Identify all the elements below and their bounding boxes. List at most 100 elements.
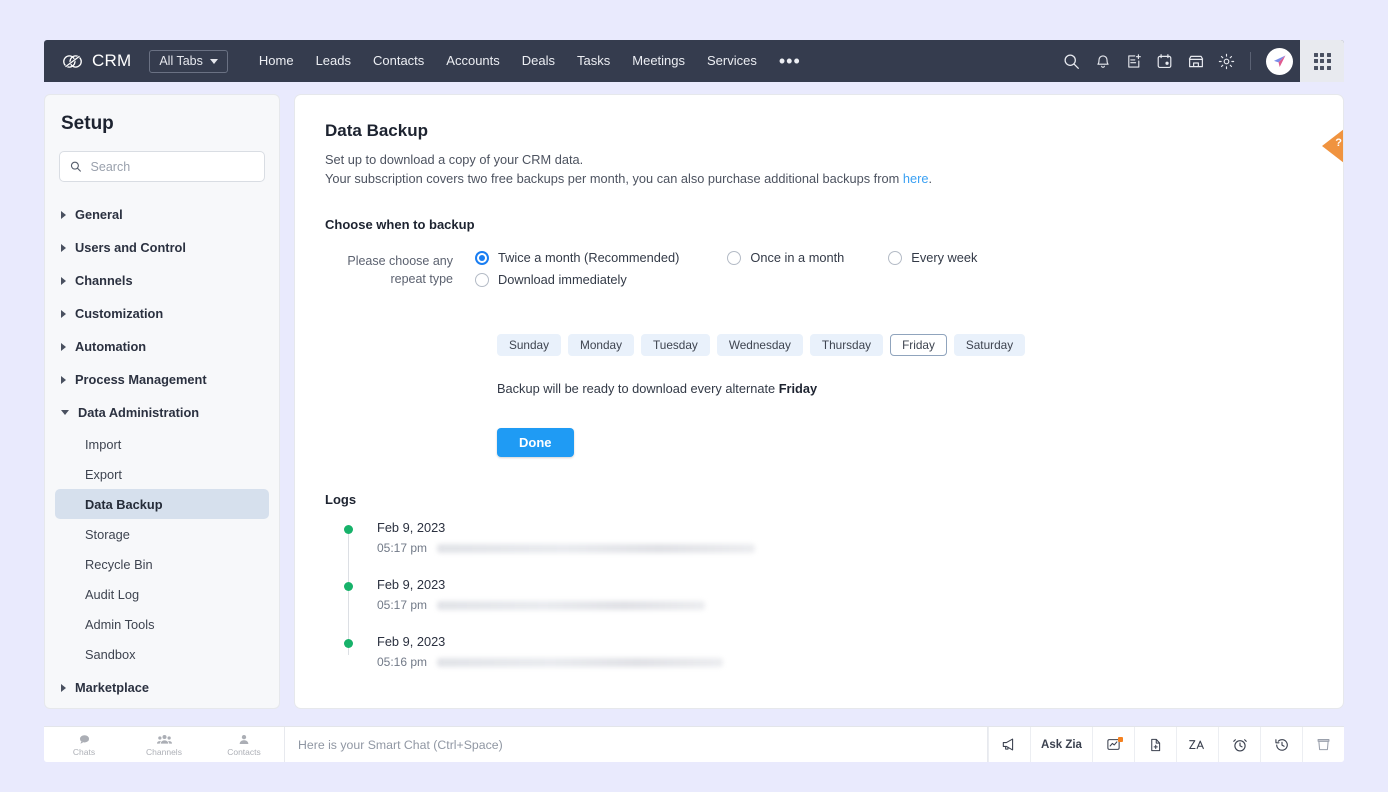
smart-chat-input[interactable]: Here is your Smart Chat (Ctrl+Space) (285, 727, 988, 762)
sidebar-group-label: Automation (75, 339, 147, 354)
sidebar-group-customization[interactable]: Customization (45, 297, 279, 330)
radio-download-immediately[interactable]: Download immediately (475, 272, 627, 287)
sidebar-item-export[interactable]: Export (55, 459, 269, 489)
nav-item-leads[interactable]: Leads (305, 40, 362, 82)
log-time: 05:17 pm (377, 598, 428, 612)
logs-heading: Logs (325, 492, 357, 507)
sidebar-item-recycle-bin[interactable]: Recycle Bin (55, 549, 269, 579)
nav-item-home[interactable]: Home (248, 40, 305, 82)
ready-note-day: Friday (778, 381, 818, 396)
top-navigation-bar: CRM All Tabs Home Leads Contacts Account… (44, 40, 1344, 82)
app-body: Setup General Users and Control Ch (44, 82, 1344, 715)
page-description-line2: Your subscription covers two free backup… (325, 169, 1313, 188)
log-status-dot-icon (343, 525, 353, 534)
nav-item-meetings[interactable]: Meetings (621, 40, 696, 82)
sidebar-group-label: General (75, 207, 123, 222)
log-time: 05:17 pm (377, 541, 428, 555)
radio-label: Once in a month (750, 250, 845, 265)
repeat-type-options: Twice a month (Recommended) Once in a mo… (475, 250, 1313, 294)
radio-twice-a-month[interactable]: Twice a month (Recommended) (475, 250, 679, 265)
nav-more-button[interactable]: ••• (768, 46, 812, 76)
sidebar-search-wrap (45, 151, 279, 182)
ask-zia-button[interactable]: Ask Zia (1030, 727, 1092, 762)
zia-translate-icon[interactable] (1176, 727, 1218, 762)
day-chip-thursday[interactable]: Thursday (809, 334, 884, 356)
brand-logo-area[interactable]: CRM (62, 51, 131, 72)
chevron-right-icon (61, 375, 66, 384)
sidebar-group-label: Process Management (75, 372, 207, 387)
log-status-dot-icon (343, 582, 353, 591)
sidebar-group-general[interactable]: General (45, 198, 279, 231)
nav-item-services[interactable]: Services (696, 40, 768, 82)
sidebar-title: Setup (61, 113, 114, 134)
search-box[interactable] (59, 151, 265, 182)
nav-item-accounts[interactable]: Accounts (435, 40, 510, 82)
purchase-backups-link[interactable]: here (903, 171, 929, 186)
tag-icon[interactable] (1134, 727, 1176, 762)
repeat-type-label: Please choose any repeat type (325, 250, 475, 288)
radio-indicator (475, 250, 489, 265)
bottom-tab-label: Channels (146, 746, 182, 757)
sidebar-item-admin-tools[interactable]: Admin Tools (55, 609, 269, 639)
sidebar-group-marketplace[interactable]: Marketplace (45, 671, 279, 704)
log-message-redacted (437, 543, 756, 553)
sidebar-group-automation[interactable]: Automation (45, 330, 279, 363)
sidebar-group-users-and-control[interactable]: Users and Control (45, 231, 279, 264)
all-tabs-dropdown[interactable]: All Tabs (149, 49, 228, 73)
log-detail-row: 05:17 pm (377, 598, 1313, 612)
sidebar-group-data-administration[interactable]: Data Administration (45, 396, 279, 429)
sidebar-group-label: Marketplace (75, 680, 149, 695)
bottom-bar-actions: Ask Zia (988, 727, 1344, 762)
day-chip-tuesday[interactable]: Tuesday (641, 334, 710, 356)
search-input[interactable] (90, 159, 254, 174)
brand-name: CRM (92, 51, 132, 70)
help-question-mark-icon: ? (1335, 137, 1342, 149)
radio-every-week[interactable]: Every week (888, 250, 977, 265)
trash-icon[interactable] (1302, 727, 1344, 762)
radio-label: Twice a month (Recommended) (498, 250, 680, 265)
nav-item-contacts[interactable]: Contacts (362, 40, 435, 82)
marketplace-icon[interactable] (1180, 40, 1211, 82)
log-time: 05:16 pm (377, 655, 428, 669)
recent-history-icon[interactable] (1260, 727, 1302, 762)
radio-once-in-a-month[interactable]: Once in a month (727, 250, 844, 265)
sidebar-group-channels[interactable]: Channels (45, 264, 279, 297)
ready-note-text: Backup will be ready to download every a… (497, 381, 779, 396)
bottom-tab-channels[interactable]: Channels (124, 727, 204, 762)
bottom-tab-contacts[interactable]: Contacts (204, 727, 284, 762)
note-add-icon[interactable] (1118, 40, 1149, 82)
nav-item-deals[interactable]: Deals (511, 40, 566, 82)
done-button[interactable]: Done (497, 428, 574, 457)
sidebar-group-label: Data Administration (78, 405, 200, 420)
bell-icon[interactable] (1087, 40, 1118, 82)
sidebar-item-import[interactable]: Import (55, 429, 269, 459)
analytics-icon[interactable] (1092, 727, 1134, 762)
log-entry: Feb 9, 2023 05:16 pm (343, 634, 1313, 669)
day-chip-saturday[interactable]: Saturday (953, 334, 1026, 356)
logs-timeline: Feb 9, 2023 05:17 pm Feb 9, 2023 05:17 p… (325, 520, 1313, 669)
bottom-tab-label: Chats (72, 746, 96, 757)
gear-icon[interactable] (1211, 40, 1242, 82)
avatar[interactable] (1266, 47, 1293, 75)
day-chip-sunday[interactable]: Sunday (497, 334, 562, 356)
sidebar-item-data-backup[interactable]: Data Backup (55, 489, 269, 519)
sidebar-item-audit-log[interactable]: Audit Log (55, 579, 269, 609)
bottom-tab-chats[interactable]: Chats (44, 727, 124, 762)
announcement-icon[interactable] (988, 727, 1030, 762)
day-chip-friday[interactable]: Friday (890, 334, 947, 356)
nav-item-tasks[interactable]: Tasks (566, 40, 621, 82)
chevron-right-icon (61, 309, 66, 318)
search-icon[interactable] (1056, 40, 1087, 82)
repeat-type-label-line2: repeat type (390, 272, 453, 286)
radio-indicator (727, 250, 742, 265)
sidebar-item-storage[interactable]: Storage (55, 519, 269, 549)
reminder-icon[interactable] (1218, 727, 1260, 762)
sidebar-group-process-management[interactable]: Process Management (45, 363, 279, 396)
calendar-icon[interactable] (1149, 40, 1180, 82)
chevron-right-icon (61, 342, 66, 351)
chat-icon (79, 734, 89, 744)
sidebar-item-sandbox[interactable]: Sandbox (55, 639, 269, 669)
day-chip-wednesday[interactable]: Wednesday (716, 334, 803, 356)
app-grid-button[interactable] (1300, 40, 1344, 82)
day-chip-monday[interactable]: Monday (568, 334, 634, 356)
